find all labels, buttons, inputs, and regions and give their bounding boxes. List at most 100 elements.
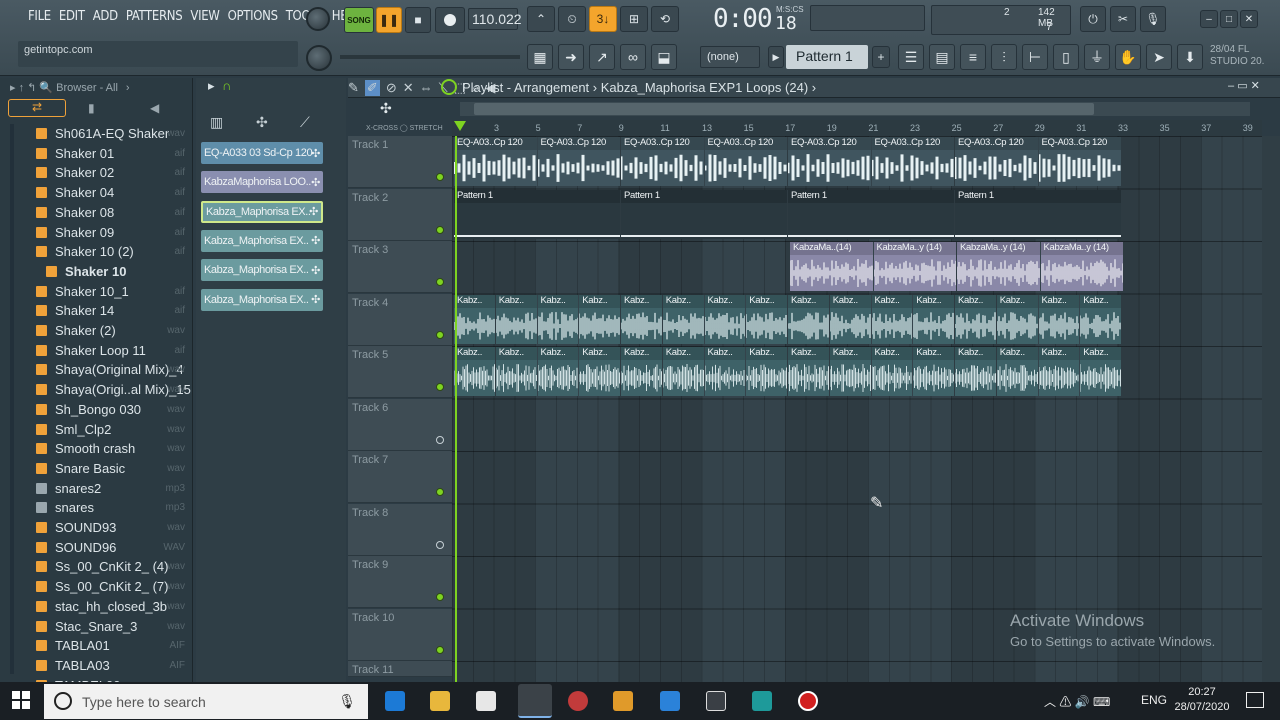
track-header[interactable]: Track 1: [348, 136, 452, 188]
playlist-clip[interactable]: Kabz..: [1080, 347, 1121, 396]
stop-button[interactable]: ■: [405, 7, 431, 33]
playlist-clip[interactable]: Kabz..: [662, 347, 704, 396]
fl-studio-icon[interactable]: [518, 684, 552, 718]
store-icon[interactable]: [476, 691, 496, 711]
download-button[interactable]: ⬇: [1177, 44, 1203, 70]
loop-record-button[interactable]: ⟲: [651, 6, 679, 32]
slide-button[interactable]: ↗: [589, 44, 615, 70]
track-mute-led[interactable]: [436, 383, 444, 391]
step-edit-button[interactable]: ⊞: [620, 6, 648, 32]
browser-item[interactable]: Shaker 09 aif: [36, 223, 191, 242]
playlist-clip[interactable]: Kabz..: [621, 294, 662, 344]
menu-add[interactable]: ADD: [89, 9, 122, 24]
minimize-button[interactable]: –: [1200, 10, 1218, 28]
browser-item[interactable]: Sh_Bongo 030 wav: [36, 400, 191, 419]
playlist-clip[interactable]: EQ-A03..Cp 120: [871, 137, 954, 186]
snap-selector[interactable]: (none): [700, 46, 760, 68]
browser-button[interactable]: ⊢: [1022, 44, 1048, 70]
playlist-clip[interactable]: Kabz..: [1080, 294, 1121, 344]
mixer-button[interactable]: ⫶: [991, 44, 1017, 70]
countdown-button[interactable]: 3↓: [589, 6, 617, 32]
tempo-display[interactable]: 110.022: [468, 8, 522, 30]
playlist-clip[interactable]: Kabz..: [788, 347, 829, 396]
track-header[interactable]: Track 11: [348, 661, 452, 677]
taskbar-search[interactable]: Type here to search 🎙: [44, 684, 368, 719]
delete-icon[interactable]: ⊘: [386, 80, 397, 96]
timeline-ruler[interactable]: 3 5 7 9 11 13 15 17 19 21 23 25 27 29 31 33 35 37 39: [452, 120, 1262, 136]
mail-icon[interactable]: [660, 691, 680, 711]
playlist-clip[interactable]: Kabz..: [871, 294, 913, 344]
track-mute-led[interactable]: [436, 435, 444, 444]
playlist-clip[interactable]: KabzaMa..y (14): [957, 242, 1040, 291]
track-mute-led[interactable]: [436, 488, 444, 496]
plugin-button[interactable]: ⏚: [1084, 44, 1110, 70]
cut-button[interactable]: ✂: [1110, 6, 1136, 32]
keyboard-icon[interactable]: ⌨: [1093, 695, 1110, 709]
browser-item[interactable]: Stac_Snare_3 wav: [36, 617, 191, 636]
browser-item[interactable]: Snare Basic wav: [36, 459, 191, 478]
picker-clip[interactable]: Kabza_Maphorisa EX.. ✣: [201, 259, 323, 282]
brush-icon[interactable]: ✐: [364, 80, 380, 96]
playlist-clip[interactable]: Kabz..: [955, 347, 996, 396]
chevron-right-icon[interactable]: ›: [126, 82, 130, 94]
track-lane[interactable]: KabzaMa..(14) KabzaMa..y (14) KabzaMa..y (…: [454, 242, 1123, 291]
track-lane[interactable]: Kabz.. Kabz.. Kabz.. Kabz.. Kabz.. Kabz.. Kabz…: [454, 294, 1122, 344]
track-lane[interactable]: Kabz.. Kabz.. Kabz.. Kabz.. Kabz.. Kabz.. Kabz…: [454, 347, 1122, 396]
metronome-button[interactable]: ⌃: [527, 6, 555, 32]
playlist-clip[interactable]: Kabz..: [996, 347, 1038, 396]
app-icon[interactable]: [752, 691, 772, 711]
snap-mode-icon[interactable]: ✣: [380, 100, 392, 117]
playlist-clip[interactable]: Kabz..: [495, 347, 537, 396]
browser-item[interactable]: Shaker 08 aif: [36, 203, 191, 222]
mute-icon[interactable]: ✕: [403, 80, 414, 96]
playlist-clip[interactable]: EQ-A03..Cp 120: [704, 137, 787, 186]
menu-patterns[interactable]: PATTERNS: [122, 9, 187, 24]
add-pattern-button[interactable]: +: [872, 46, 890, 68]
browser-item[interactable]: Shaker 10 (2) aif: [36, 242, 191, 261]
pencil-icon[interactable]: ✎: [348, 80, 359, 96]
channel-rack-button[interactable]: ≡: [960, 44, 986, 70]
recorder-icon[interactable]: [706, 691, 726, 711]
wait-input-button[interactable]: ⏲: [558, 6, 586, 32]
playlist-button[interactable]: ☰: [898, 44, 924, 70]
arrow-icons[interactable]: ▸ ↑ ↰ 🔍: [10, 82, 56, 94]
browser-item[interactable]: Shaker (2) wav: [36, 321, 191, 340]
player-icon[interactable]: [613, 691, 633, 711]
playlist-clip[interactable]: Pattern 1: [621, 189, 787, 239]
browser-item[interactable]: Shaker 10: [46, 262, 201, 281]
playlist-clip[interactable]: Kabz..: [788, 294, 829, 344]
picker-clip[interactable]: Kabza_Maphorisa EX.. ✣: [201, 200, 323, 223]
pat-song-toggle[interactable]: SONG: [344, 7, 374, 33]
clock[interactable]: 20:27 28/07/2020: [1172, 685, 1232, 715]
playlist-clip[interactable]: Kabz..: [871, 347, 913, 396]
browser-item[interactable]: stac_hh_closed_3b wav: [36, 597, 191, 616]
master-volume-knob[interactable]: [306, 7, 330, 31]
start-button[interactable]: [12, 691, 30, 709]
playlist-clip[interactable]: Pattern 1: [955, 189, 1121, 239]
track-mute-led[interactable]: [436, 645, 444, 654]
pause-button[interactable]: ❚❚: [376, 7, 402, 33]
media-icon[interactable]: [568, 691, 588, 711]
playlist-clip[interactable]: Kabz..: [913, 347, 954, 396]
tab-plugins[interactable]: ◀: [150, 101, 159, 115]
browser-item[interactable]: Shaker Loop 11 aif: [36, 341, 191, 360]
picker-audio-icon[interactable]: ✣: [256, 114, 268, 131]
playlist-clip[interactable]: Kabz..: [746, 294, 787, 344]
playlist-clip[interactable]: EQ-A03..Cp 120: [621, 137, 704, 186]
browser-item[interactable]: Shaker 01 aif: [36, 144, 191, 163]
browser-item[interactable]: TABLA03 AIF: [36, 656, 191, 675]
song-marker-icon[interactable]: [454, 121, 466, 131]
playlist-clip[interactable]: Kabz..: [662, 294, 704, 344]
playlist-clip[interactable]: Kabz..: [579, 347, 620, 396]
tempo-tapper-button[interactable]: ✋: [1115, 44, 1141, 70]
browser-item[interactable]: Sh061A-EQ Shaker wav: [36, 124, 191, 143]
playlist-clip[interactable]: KabzaMa..(14): [790, 242, 873, 291]
playlist-clip[interactable]: Kabz..: [704, 294, 746, 344]
playlist-clip[interactable]: Kabz..: [996, 294, 1038, 344]
track-mute-led[interactable]: [436, 540, 444, 549]
typing-keyboard-button[interactable]: ▦: [527, 44, 553, 70]
browser-item[interactable]: Shaker 04 aif: [36, 183, 191, 202]
playlist-clip[interactable]: Pattern 1: [454, 189, 620, 239]
track-header[interactable]: Track 4: [348, 293, 452, 346]
microphone-icon[interactable]: 🎙: [338, 693, 356, 710]
